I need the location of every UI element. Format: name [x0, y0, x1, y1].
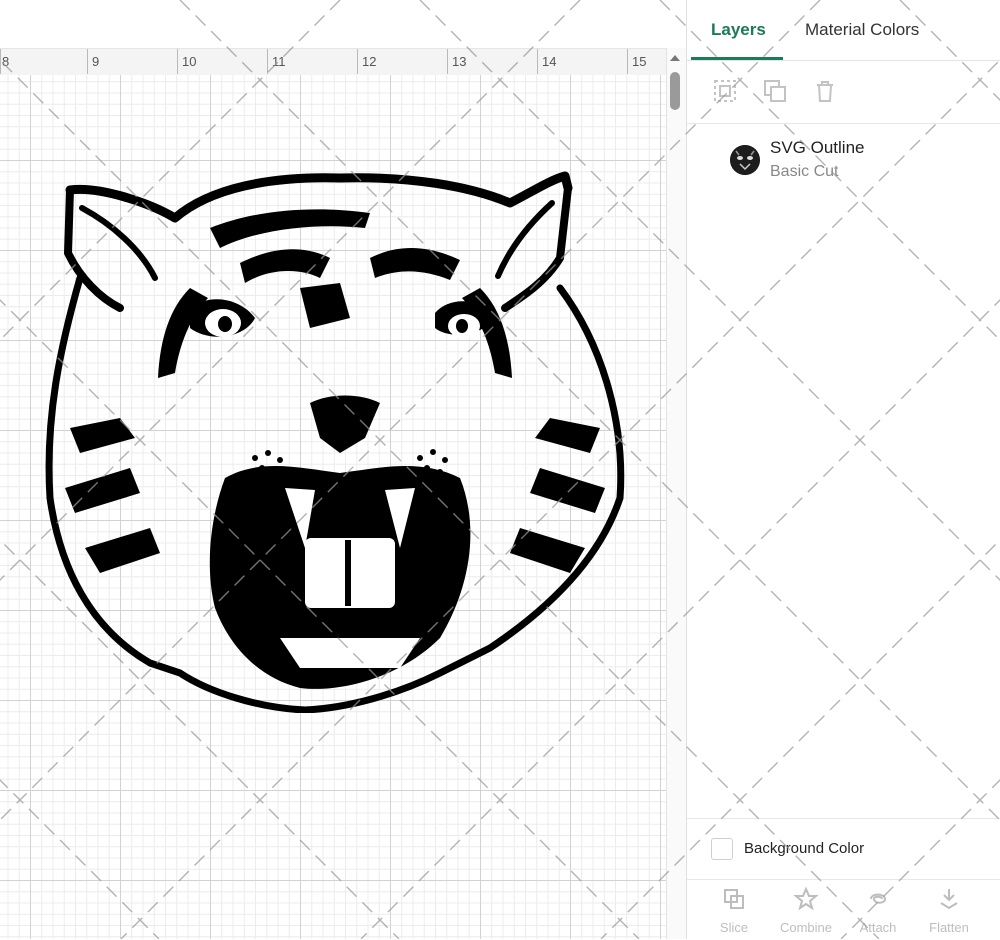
- layer-toolbar: [687, 61, 1000, 124]
- slice-label: Slice: [719, 920, 749, 935]
- ruler-tick: [87, 49, 88, 74]
- scroll-up-icon[interactable]: [670, 55, 680, 61]
- panel-tabs: Layers Material Colors: [687, 0, 1000, 61]
- tiger-head-artwork[interactable]: [40, 168, 630, 713]
- background-color-checkbox[interactable]: [711, 838, 733, 860]
- ruler-label: 8: [2, 54, 10, 69]
- divider: [687, 818, 1000, 819]
- ruler-tick: [267, 49, 268, 74]
- layer-item[interactable]: SVG Outline Basic Cut: [687, 124, 1000, 184]
- ruler-label: 11: [272, 54, 286, 69]
- ruler-label: 10: [182, 54, 197, 69]
- ruler-label: 15: [632, 54, 647, 69]
- horizontal-ruler: 8 9 10 11 12 13 14 15: [0, 48, 666, 76]
- slice-button[interactable]: Slice: [704, 886, 764, 935]
- ruler-tick: [177, 49, 178, 74]
- ruler-tick: [0, 49, 1, 74]
- active-tab-indicator: [691, 57, 783, 60]
- ruler-label: 14: [542, 54, 557, 69]
- ruler-tick: [357, 49, 358, 74]
- canvas-area[interactable]: 8 9 10 11 12 13 14 15: [0, 0, 686, 939]
- tab-material-colors[interactable]: Material Colors: [805, 20, 919, 40]
- scrollbar-thumb[interactable]: [670, 72, 680, 110]
- ruler-tick: [537, 49, 538, 74]
- layer-operation-type: Basic Cut: [770, 163, 839, 180]
- layers-panel: Layers Material Colors SVG Outline Basic…: [686, 0, 1000, 939]
- combine-label: Combine: [779, 920, 833, 935]
- delete-icon[interactable]: [811, 77, 839, 105]
- duplicate-icon[interactable]: [761, 77, 789, 105]
- slice-icon: [724, 889, 744, 909]
- ruler-tick: [627, 49, 628, 74]
- ruler-label: 13: [452, 54, 467, 69]
- combine-button[interactable]: Combine: [776, 886, 836, 935]
- layer-thumbnail: [730, 145, 760, 175]
- background-color-label: Background Color: [744, 840, 865, 857]
- group-icon[interactable]: [711, 77, 739, 105]
- bottom-toolbar: Slice Combine Attach Flatten: [687, 879, 1000, 940]
- ruler-tick: [447, 49, 448, 74]
- flatten-button[interactable]: Flatten: [919, 886, 979, 935]
- flatten-label: Flatten: [929, 920, 969, 935]
- ruler-label: 12: [362, 54, 377, 69]
- paperclip-icon: [870, 893, 887, 904]
- attach-button[interactable]: Attach: [848, 886, 908, 935]
- tab-layers[interactable]: Layers: [711, 20, 766, 40]
- attach-label: Attach: [859, 920, 897, 935]
- ruler-label: 9: [92, 54, 100, 69]
- flatten-icon: [940, 889, 958, 910]
- layer-name: SVG Outline: [770, 138, 865, 157]
- vertical-scrollbar[interactable]: [666, 48, 686, 939]
- combine-icon: [793, 886, 819, 911]
